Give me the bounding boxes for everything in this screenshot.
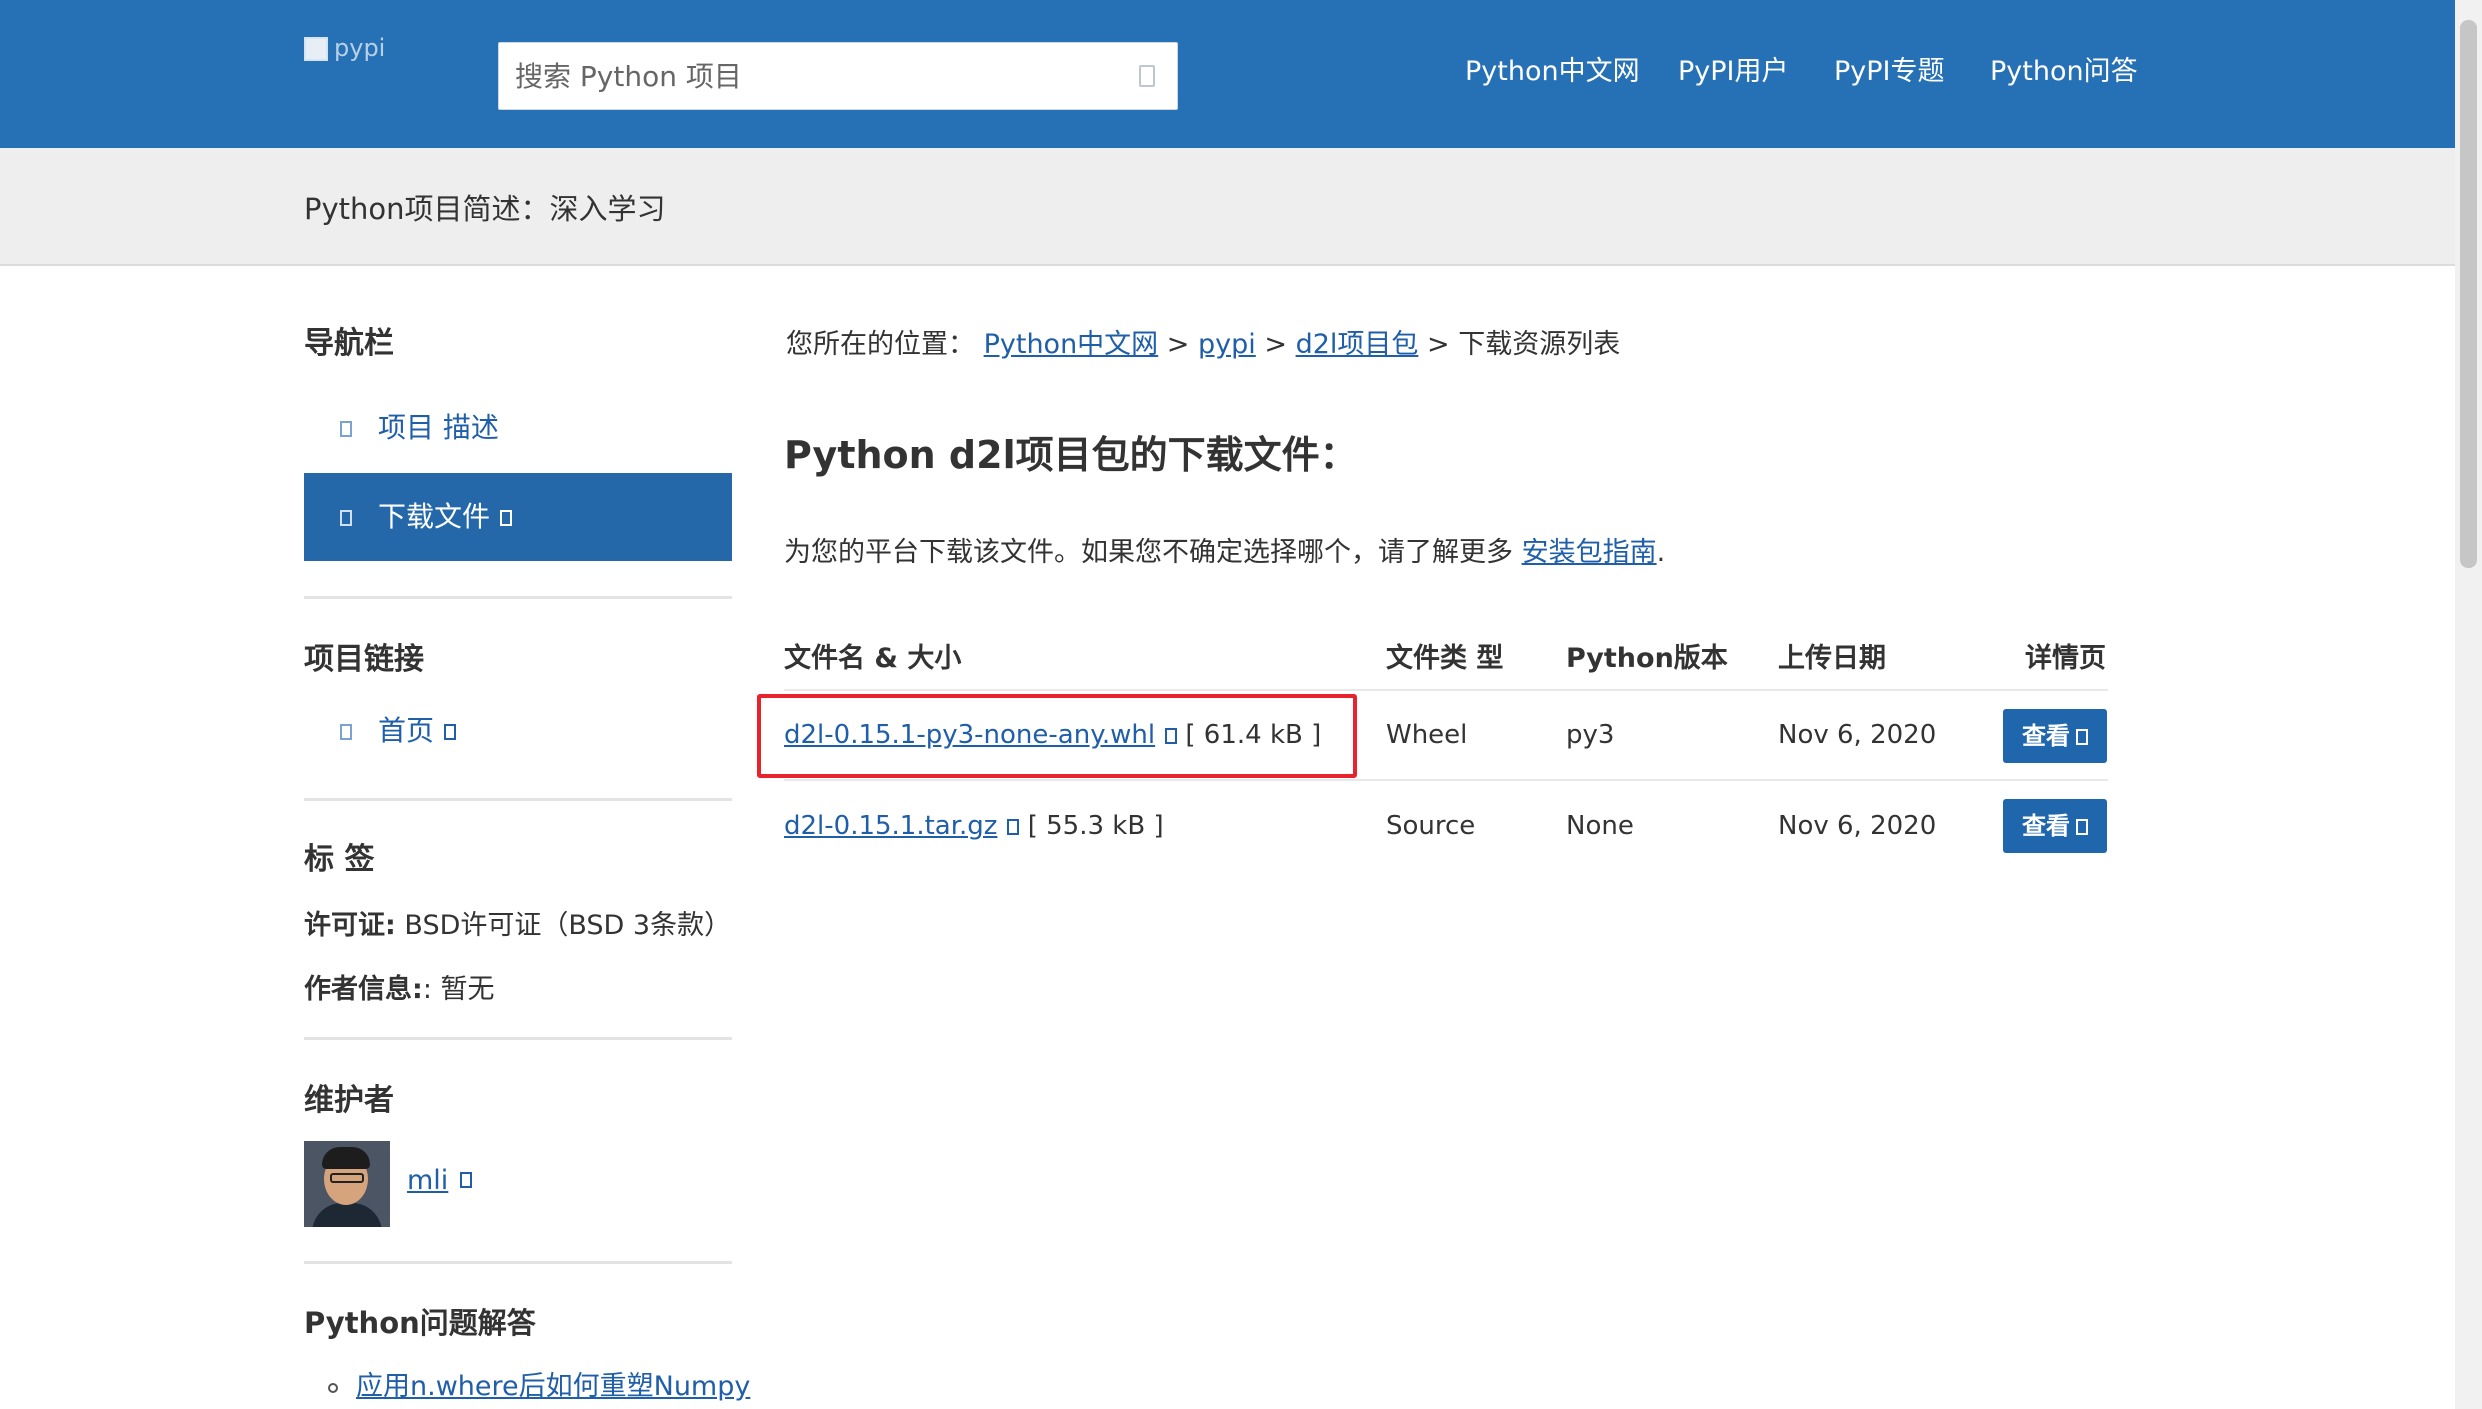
sidebar-links-heading: 项目链接 bbox=[304, 642, 424, 677]
nav-pypi-users[interactable]: PyPI用户 bbox=[1678, 52, 1789, 92]
intro-body: 为您的平台下载该文件。如果您不确定选择哪个，请了解更多 bbox=[784, 537, 1513, 568]
view-label: 查看 bbox=[2022, 722, 2070, 750]
upload-date: Nov 6, 2020 bbox=[1778, 811, 1937, 841]
intro-end: . bbox=[1656, 537, 1666, 568]
home-icon bbox=[340, 724, 352, 740]
author-value: : 暂无 bbox=[422, 974, 495, 1005]
sidebar-maintainers-heading: 维护者 bbox=[304, 1083, 394, 1118]
col-header-filename: 文件名 & 大小 bbox=[784, 643, 962, 674]
file-type: Source bbox=[1386, 811, 1476, 841]
breadcrumb-prefix: 您所在的位置： bbox=[786, 329, 975, 360]
breadcrumb-pypi[interactable]: pypi bbox=[1198, 329, 1256, 360]
qa-item[interactable]: 应用n.where后如何重塑Numpy bbox=[328, 1364, 750, 1403]
breadcrumb-sep: > bbox=[1166, 329, 1190, 360]
author-info: 作者信息:: 暂无 bbox=[304, 967, 495, 1006]
python-version: py3 bbox=[1566, 720, 1615, 750]
bullet-icon bbox=[328, 1382, 338, 1393]
page-scrollbar[interactable] bbox=[2455, 0, 2482, 1409]
file-link[interactable]: d2l-0.15.1.tar.gz bbox=[784, 811, 1020, 841]
highlight-box bbox=[757, 694, 1357, 778]
view-details-button[interactable]: 查看 bbox=[2003, 799, 2107, 853]
breadcrumb-current: 下载资源列表 bbox=[1458, 329, 1621, 360]
view-label: 查看 bbox=[2022, 812, 2070, 840]
avatar-glasses bbox=[330, 1173, 364, 1183]
file-size: [ 55.3 kB ] bbox=[1027, 811, 1164, 841]
sidebar-divider bbox=[304, 1261, 732, 1264]
sidebar-item-description[interactable]: 项目 描述 bbox=[304, 384, 732, 472]
col-header-details: 详情页 bbox=[2025, 643, 2106, 674]
search-box bbox=[498, 42, 1178, 110]
nav-python-cn[interactable]: Python中文网 bbox=[1465, 52, 1640, 92]
breadcrumb: 您所在的位置： Python中文网 > pypi > d2l项目包 > 下载资源… bbox=[786, 322, 1620, 361]
python-version: None bbox=[1566, 811, 1634, 841]
table-divider bbox=[784, 689, 2108, 691]
sidebar-item-download[interactable]: 下载文件 bbox=[304, 473, 732, 561]
download-icon bbox=[1007, 818, 1020, 835]
sidebar-divider bbox=[304, 596, 732, 599]
breadcrumb-d2l[interactable]: d2l项目包 bbox=[1296, 329, 1419, 360]
sidebar-tags-heading: 标 签 bbox=[304, 842, 375, 877]
external-link-icon bbox=[2076, 729, 2088, 745]
avatar-hair bbox=[322, 1147, 370, 1169]
external-link-icon bbox=[2076, 819, 2088, 835]
license-info: 许可证: BSD许可证（BSD 3条款） bbox=[304, 903, 731, 942]
col-header-python: Python版本 bbox=[1566, 643, 1728, 674]
info-icon bbox=[340, 421, 352, 437]
search-icon[interactable] bbox=[1139, 65, 1155, 87]
author-label: 作者信息: bbox=[304, 974, 423, 1005]
file-type: Wheel bbox=[1386, 720, 1468, 750]
page-title: Python项目简述：深入学习 bbox=[304, 192, 666, 226]
col-header-date: 上传日期 bbox=[1778, 643, 1886, 674]
downloads-title: Python d2l项目包的下载文件： bbox=[784, 433, 1358, 477]
view-details-button[interactable]: 查看 bbox=[2003, 709, 2107, 763]
breadcrumb-python-cn[interactable]: Python中文网 bbox=[984, 329, 1159, 360]
file-cell: d2l-0.15.1.tar.gz [ 55.3 kB ] bbox=[784, 811, 1164, 841]
table-divider bbox=[784, 779, 2108, 781]
logo-alt-text: pypi bbox=[334, 34, 386, 62]
col-header-type: 文件类 型 bbox=[1386, 643, 1504, 674]
pypi-logo[interactable]: pypi bbox=[304, 28, 454, 68]
maintainer-name: mli bbox=[407, 1165, 449, 1196]
search-input[interactable] bbox=[499, 43, 1099, 109]
breadcrumb-sep: > bbox=[1427, 329, 1450, 360]
license-label: 许可证: bbox=[304, 910, 396, 941]
sidebar-link-home[interactable]: 首页 bbox=[304, 687, 732, 775]
sidebar-link-label: 首页 bbox=[378, 714, 435, 747]
download-icon bbox=[340, 510, 352, 526]
sidebar-divider bbox=[304, 1037, 732, 1040]
install-guide-link[interactable]: 安装包指南 bbox=[1522, 537, 1657, 568]
sidebar-divider bbox=[304, 798, 732, 801]
sidebar-item-label: 项目 描述 bbox=[378, 411, 499, 444]
external-link-icon bbox=[444, 724, 457, 740]
avatar-body bbox=[312, 1203, 382, 1227]
maintainer-link[interactable]: mli bbox=[407, 1165, 448, 1196]
license-value: BSD许可证（BSD 3条款） bbox=[395, 910, 732, 941]
sidebar-item-label: 下载文件 bbox=[378, 500, 491, 533]
external-link-icon bbox=[500, 510, 513, 526]
breadcrumb-sep: > bbox=[1264, 329, 1287, 360]
intro-text: 为您的平台下载该文件。如果您不确定选择哪个，请了解更多 安装包指南. bbox=[784, 530, 1665, 569]
scrollbar-thumb[interactable] bbox=[2460, 20, 2477, 568]
nav-python-qa[interactable]: Python问答 bbox=[1990, 52, 2138, 92]
maintainer-avatar[interactable] bbox=[304, 1141, 390, 1227]
broken-image-icon bbox=[304, 37, 328, 61]
external-link-icon bbox=[460, 1172, 472, 1188]
file-name: d2l-0.15.1.tar.gz bbox=[784, 811, 998, 841]
sidebar-qa-heading: Python问题解答 bbox=[304, 1306, 536, 1340]
qa-link[interactable]: 应用n.where后如何重塑Numpy bbox=[356, 1371, 750, 1402]
nav-pypi-topics[interactable]: PyPI专题 bbox=[1834, 52, 1945, 92]
upload-date: Nov 6, 2020 bbox=[1778, 720, 1937, 750]
sidebar-nav-heading: 导航栏 bbox=[304, 326, 394, 361]
